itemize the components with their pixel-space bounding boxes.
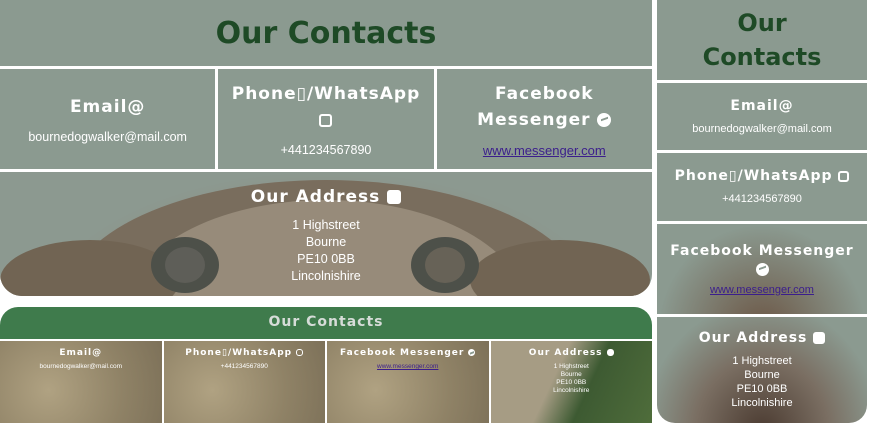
contacts-desktop-large: Our Contacts Email@ bournedogwalker@mail… bbox=[0, 0, 652, 296]
mobile-phone-label: Phone▯/WhatsApp bbox=[674, 168, 833, 184]
address-line: Lincolnishire bbox=[291, 269, 361, 283]
contact-card-icon bbox=[387, 190, 402, 204]
whatsapp-icon bbox=[296, 349, 304, 356]
facebook-heading: Facebook Messenger bbox=[443, 81, 646, 133]
contact-row: Email@ bournedogwalker@mail.com Phone▯/W… bbox=[0, 66, 652, 172]
mobile-title-line: Contacts bbox=[702, 43, 822, 71]
mobile-phone-heading: Phone▯/WhatsApp bbox=[675, 168, 850, 184]
banner-facebook-label: Facebook Messenger bbox=[340, 348, 465, 358]
email-label: Email@ bbox=[69, 97, 146, 117]
banner-address-line: 1 Highstreet bbox=[553, 363, 589, 370]
banner-phone-card: Phone▯/WhatsApp +441234567890 bbox=[163, 341, 325, 423]
mobile-email-label: Email@ bbox=[730, 97, 794, 114]
contacts-mobile: Our Contacts Email@ bournedogwalker@mail… bbox=[657, 0, 867, 423]
mobile-email-card: Email@ bournedogwalker@mail.com bbox=[657, 83, 867, 150]
messenger-icon bbox=[755, 262, 769, 276]
email-value: bournedogwalker@mail.com bbox=[28, 130, 187, 144]
banner-address-label: Our Address bbox=[528, 348, 603, 358]
phone-card: Phone▯/WhatsApp +441234567890 bbox=[218, 69, 434, 169]
mobile-address-heading: Our Address bbox=[698, 330, 826, 346]
banner-email-card: Email@ bournedogwalker@mail.com bbox=[0, 341, 162, 423]
banner-address-line: PE10 0BB bbox=[556, 379, 587, 386]
contact-card-icon bbox=[606, 349, 614, 356]
banner-phone-heading: Phone▯/WhatsApp bbox=[185, 348, 304, 358]
messenger-icon bbox=[597, 112, 612, 127]
phone-heading: Phone▯/WhatsApp bbox=[232, 81, 421, 133]
mobile-title-line: Our bbox=[737, 9, 787, 37]
mobile-phone-card: Phone▯/WhatsApp +441234567890 bbox=[657, 153, 867, 221]
banner-email-value: bournedogwalker@mail.com bbox=[39, 363, 122, 370]
mobile-address-label: Our Address bbox=[698, 330, 808, 346]
mobile-address-section: Our Address 1 Highstreet Bourne PE10 0BB… bbox=[657, 317, 867, 423]
phone-value: +441234567890 bbox=[280, 143, 372, 157]
mobile-facebook-link[interactable]: www.messenger.com bbox=[710, 284, 814, 296]
mobile-email-value: bournedogwalker@mail.com bbox=[692, 122, 832, 135]
whatsapp-icon bbox=[319, 113, 333, 127]
mobile-phone-value: +441234567890 bbox=[722, 193, 802, 205]
facebook-card: Facebook Messenger www.messenger.com bbox=[436, 69, 652, 169]
email-card: Email@ bournedogwalker@mail.com bbox=[0, 69, 216, 169]
address-line: PE10 0BB bbox=[297, 252, 355, 266]
contact-card-icon bbox=[813, 332, 826, 344]
mobile-address-line: Lincolnishire bbox=[731, 397, 793, 409]
mobile-title: Our Contacts bbox=[657, 0, 867, 80]
facebook-label: Facebook Messenger bbox=[477, 83, 594, 130]
contacts-banner: Our Contacts Email@ bournedogwalker@mail… bbox=[0, 307, 652, 423]
address-heading: Our Address bbox=[0, 187, 652, 207]
facebook-link[interactable]: www.messenger.com bbox=[483, 143, 606, 158]
mobile-address-line: 1 Highstreet bbox=[732, 355, 792, 367]
banner-phone-label: Phone▯/WhatsApp bbox=[185, 348, 293, 358]
messenger-icon bbox=[468, 349, 476, 356]
address-line: Bourne bbox=[305, 235, 347, 249]
banner-address-line: Bourne bbox=[560, 371, 582, 378]
banner-email-label: Email@ bbox=[59, 348, 103, 358]
banner-facebook-card: Facebook Messenger www.messenger.com bbox=[327, 341, 489, 423]
mobile-facebook-card: Facebook Messenger www.messenger.com bbox=[657, 224, 867, 314]
banner-address-line: Lincolnishire bbox=[553, 387, 590, 394]
banner-phone-value: +441234567890 bbox=[220, 363, 268, 370]
mobile-facebook-label: Facebook Messenger bbox=[670, 242, 854, 259]
banner-facebook-heading: Facebook Messenger bbox=[340, 348, 476, 358]
mobile-facebook-heading: Facebook Messenger bbox=[670, 243, 853, 276]
whatsapp-icon bbox=[838, 170, 850, 182]
banner-contact-row: Email@ bournedogwalker@mail.com Phone▯/W… bbox=[0, 339, 652, 423]
banner-title: Our Contacts bbox=[268, 314, 384, 330]
phone-label: Phone▯/WhatsApp bbox=[231, 84, 421, 104]
mobile-address-line: PE10 0BB bbox=[736, 383, 788, 395]
banner-facebook-link[interactable]: www.messenger.com bbox=[377, 363, 438, 370]
address-line: 1 Highstreet bbox=[292, 218, 360, 232]
banner-address-card: Our Address 1 Highstreet Bourne PE10 0BB… bbox=[490, 341, 652, 423]
banner-title-bar: Our Contacts bbox=[0, 307, 652, 337]
page-title: Our Contacts bbox=[0, 0, 652, 66]
banner-address-heading: Our Address bbox=[529, 348, 614, 358]
address-section: Our Address 1 Highstreet Bourne PE10 0BB… bbox=[0, 175, 652, 285]
mobile-address-line: Bourne bbox=[744, 369, 780, 381]
address-label: Our Address bbox=[250, 187, 381, 207]
